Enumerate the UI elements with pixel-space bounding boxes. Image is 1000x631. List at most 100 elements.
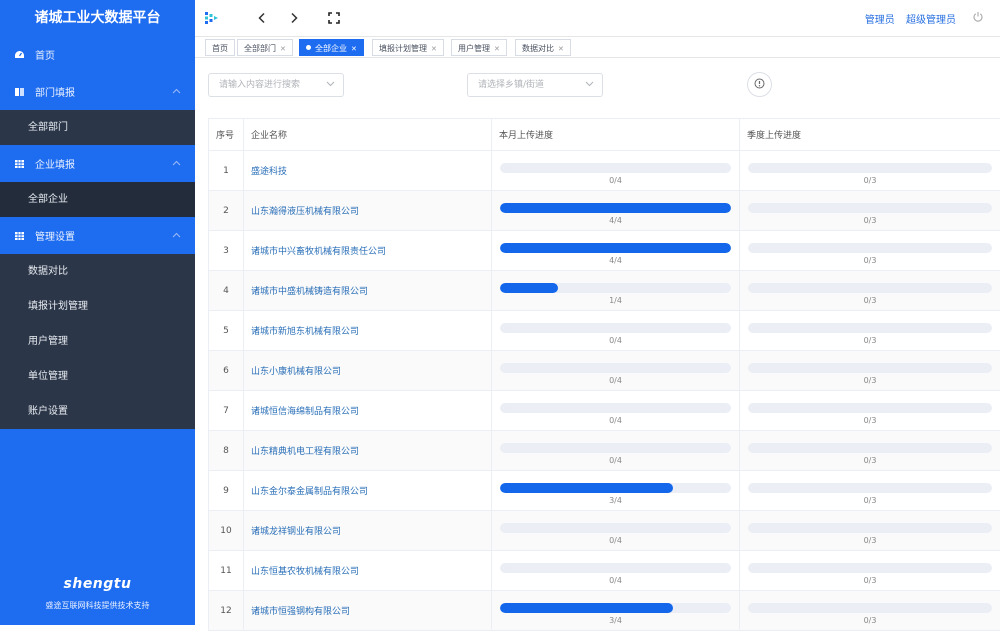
enterprise-name-link[interactable]: 盛途科技 (244, 151, 492, 191)
sidebar-item-unit-management[interactable]: 单位管理 (0, 359, 195, 394)
close-icon[interactable]: ✕ (494, 45, 500, 53)
collapse-menu-icon[interactable] (203, 9, 221, 27)
month-progress-fill (500, 483, 673, 493)
close-icon[interactable]: ✕ (280, 45, 286, 53)
sidebar-footer: shengtu 盛途互联网科技提供技术支持 (0, 576, 195, 611)
enterprise-name-link[interactable]: 诸城市中盛机械铸造有限公司 (244, 271, 492, 311)
enterprise-name-link[interactable]: 山东小康机械有限公司 (244, 351, 492, 391)
search-placeholder: 请输入内容进行搜索 (219, 80, 300, 90)
quarter-progress-cell: 0/3 (740, 391, 1000, 431)
month-progress-bar (500, 403, 731, 413)
enterprise-name-link[interactable]: 诸城市中兴畜牧机械有限责任公司 (244, 231, 492, 271)
tab-plan-management[interactable]: 填报计划管理✕ (372, 39, 444, 56)
month-progress-cell: 0/4 (492, 151, 740, 191)
enterprise-name-link[interactable]: 山东精典机电工程有限公司 (244, 431, 492, 471)
tab-data-compare[interactable]: 数据对比✕ (515, 39, 571, 56)
table-body: 1盛途科技0/40/32山东瀚得液压机械有限公司4/40/33诸城市中兴畜牧机械… (209, 151, 1000, 631)
month-progress-text: 3/4 (500, 616, 731, 625)
month-progress-fill (500, 243, 731, 253)
table-header-row: 序号 企业名称 本月上传进度 季度上传进度 (209, 119, 1000, 151)
quarter-progress-text: 0/3 (748, 536, 992, 545)
search-select[interactable]: 请输入内容进行搜索 (208, 73, 344, 97)
enterprise-name-link[interactable]: 诸城市新旭东机械有限公司 (244, 311, 492, 351)
quarter-progress-text: 0/3 (748, 456, 992, 465)
chevron-up-icon (172, 158, 181, 169)
info-button[interactable] (747, 72, 772, 97)
quarter-progress-bar (748, 443, 992, 453)
month-progress-cell: 3/4 (492, 471, 740, 511)
tab-all-enterprises[interactable]: 全部企业 ✕ (299, 39, 364, 56)
table-row: 4诸城市中盛机械铸造有限公司1/40/3 (209, 271, 1000, 311)
sidebar-item-dept-report[interactable]: 部门填报 (0, 73, 195, 110)
tab-label: 全部企业 (315, 44, 347, 53)
quarter-progress-bar (748, 203, 992, 213)
quarter-progress-bar (748, 483, 992, 493)
user-role-link[interactable]: 管理员 (865, 15, 895, 26)
back-arrow-icon[interactable] (253, 9, 271, 27)
table-row: 2山东瀚得液压机械有限公司4/40/3 (209, 191, 1000, 231)
close-icon[interactable]: ✕ (558, 45, 564, 53)
sidebar-item-user-management[interactable]: 用户管理 (0, 324, 195, 359)
tab-home[interactable]: 首页 (205, 39, 235, 56)
close-icon[interactable]: ✕ (431, 45, 437, 53)
fullscreen-icon[interactable] (325, 9, 343, 27)
month-progress-bar (500, 243, 731, 253)
dashboard-icon (13, 49, 25, 61)
enterprise-name-link[interactable]: 山东金尔泰金属制品有限公司 (244, 471, 492, 511)
month-progress-cell: 0/4 (492, 391, 740, 431)
tab-all-depts[interactable]: 全部部门 ✕ (237, 39, 293, 56)
sidebar-item-management[interactable]: 管理设置 (0, 217, 195, 254)
enterprise-name-link[interactable]: 山东恒基农牧机械有限公司 (244, 551, 492, 591)
sidebar-item-plan-management[interactable]: 填报计划管理 (0, 289, 195, 324)
close-icon[interactable]: ✕ (351, 45, 357, 53)
table-row: 11山东恒基农牧机械有限公司0/40/3 (209, 551, 1000, 591)
sidebar: 诸城工业大数据平台 首页 部门填报 全部部门 企业填报 全部企业 管理设置 (0, 0, 195, 625)
table-row: 5诸城市新旭东机械有限公司0/40/3 (209, 311, 1000, 351)
row-index: 4 (209, 271, 244, 311)
column-header-name: 企业名称 (244, 119, 492, 151)
enterprise-name-link[interactable]: 诸城龙祥钢业有限公司 (244, 511, 492, 551)
quarter-progress-cell: 0/3 (740, 311, 1000, 351)
row-index: 9 (209, 471, 244, 511)
power-icon[interactable] (972, 11, 984, 26)
sidebar-item-account-settings[interactable]: 账户设置 (0, 394, 195, 429)
town-select[interactable]: 请选择乡镇/街道 (467, 73, 603, 97)
sidebar-item-home[interactable]: 首页 (0, 36, 195, 73)
sidebar-item-label: 管理设置 (35, 228, 75, 243)
tab-user-management[interactable]: 用户管理✕ (451, 39, 507, 56)
company-logo: shengtu (0, 576, 195, 592)
quarter-progress-text: 0/3 (748, 176, 992, 185)
month-progress-cell: 0/4 (492, 351, 740, 391)
quarter-progress-text: 0/3 (748, 376, 992, 385)
quarter-progress-text: 0/3 (748, 496, 992, 505)
sidebar-item-data-compare[interactable]: 数据对比 (0, 254, 195, 289)
enterprise-name-link[interactable]: 诸城恒信海绵制品有限公司 (244, 391, 492, 431)
month-progress-fill (500, 603, 673, 613)
quarter-progress-bar (748, 523, 992, 533)
quarter-progress-text: 0/3 (748, 336, 992, 345)
sidebar-item-all-depts[interactable]: 全部部门 (0, 110, 195, 145)
month-progress-bar (500, 323, 731, 333)
chevron-up-icon (172, 230, 181, 241)
chevron-down-icon (585, 74, 594, 96)
month-progress-bar (500, 603, 731, 613)
sidebar-item-enterprise-report[interactable]: 企业填报 (0, 145, 195, 182)
enterprise-name-link[interactable]: 山东瀚得液压机械有限公司 (244, 191, 492, 231)
forward-arrow-icon[interactable] (285, 9, 303, 27)
sidebar-item-label: 部门填报 (35, 84, 75, 99)
tab-label: 全部部门 (244, 44, 276, 53)
quarter-progress-cell: 0/3 (740, 351, 1000, 391)
row-index: 8 (209, 431, 244, 471)
user-name-link[interactable]: 超级管理员 (906, 15, 956, 26)
row-index: 11 (209, 551, 244, 591)
active-dot-icon (306, 45, 311, 50)
sidebar-item-all-enterprises[interactable]: 全部企业 (0, 182, 195, 217)
quarter-progress-bar (748, 563, 992, 573)
dept-submenu: 全部部门 (0, 110, 195, 145)
month-progress-cell: 0/4 (492, 431, 740, 471)
sidebar-item-label: 企业填报 (35, 156, 75, 171)
row-index: 5 (209, 311, 244, 351)
table-row: 7诸城恒信海绵制品有限公司0/40/3 (209, 391, 1000, 431)
quarter-progress-cell: 0/3 (740, 231, 1000, 271)
month-progress-text: 1/4 (500, 296, 731, 305)
